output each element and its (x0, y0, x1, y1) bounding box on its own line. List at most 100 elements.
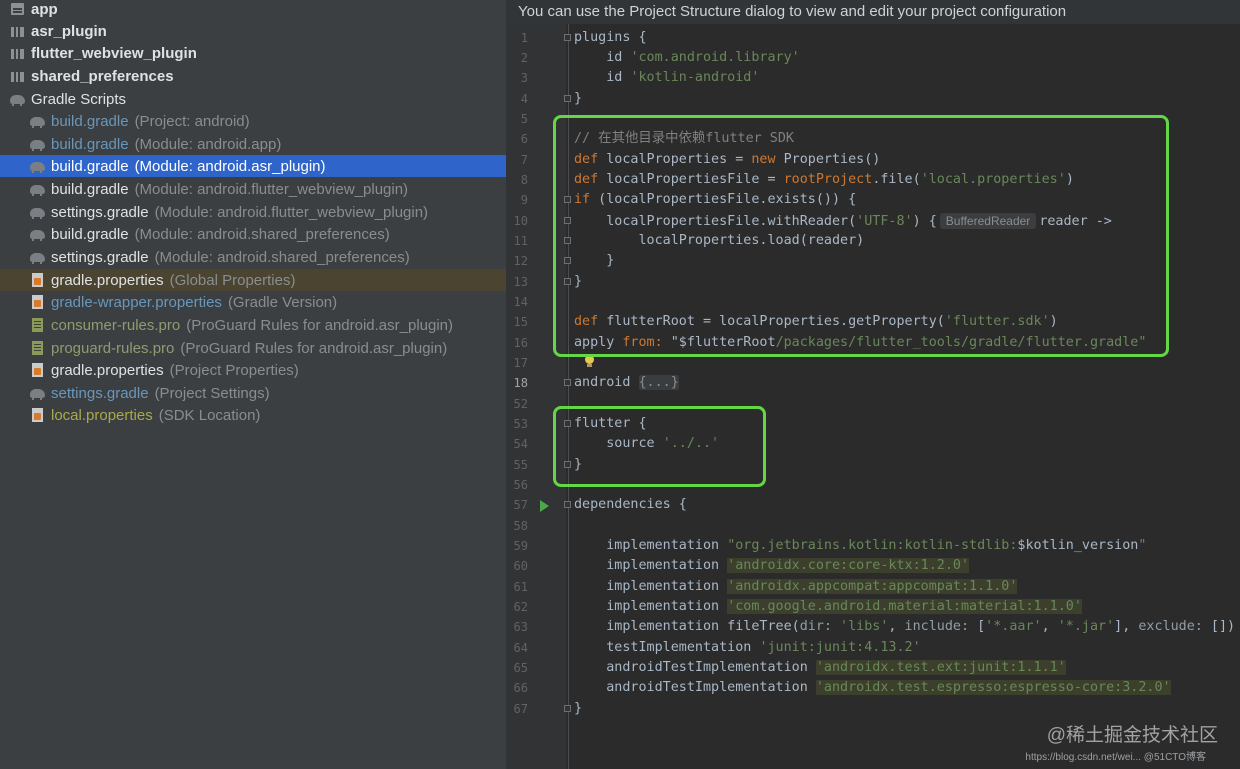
line-number: 66 (513, 681, 528, 695)
gradle-elephant-icon (30, 205, 46, 219)
gradle-elephant-icon (30, 182, 46, 196)
line-number: 3 (520, 71, 528, 85)
tree-item-shared-preferences[interactable]: shared_preferences (0, 65, 506, 87)
line-number: 53 (513, 417, 528, 431)
line-number: 61 (513, 580, 528, 594)
tree-item-asr-plugin[interactable]: asr_plugin (0, 20, 506, 42)
line-number: 65 (513, 661, 528, 675)
gradle-elephant-icon (30, 137, 46, 151)
watermark: @稀土掘金技术社区 (1046, 725, 1218, 746)
line-number: 11 (513, 234, 528, 248)
tree-item-gradle-properties-global[interactable]: gradle.properties (Global Properties) (0, 269, 506, 291)
line-number: 12 (513, 254, 528, 268)
line-number: 5 (520, 112, 528, 126)
fold-marker[interactable] (564, 379, 571, 386)
code-line[interactable]: implementation "org.jetbrains.kotlin:kot… (574, 536, 1146, 556)
line-number: 10 (513, 214, 528, 228)
tree-item-settings-gradle-shared-prefs[interactable]: settings.gradle (Module: android.shared_… (0, 246, 506, 268)
run-gutter-icon[interactable] (540, 500, 549, 512)
line-number: 7 (520, 153, 528, 167)
line-number: 1 (520, 31, 528, 45)
project-structure-banner[interactable]: You can use the Project Structure dialog… (506, 0, 1240, 24)
line-number: 55 (513, 458, 528, 472)
properties-file-icon (30, 273, 46, 287)
module-icon (10, 2, 26, 16)
proguard-file-icon (30, 341, 46, 355)
tree-item-proguard-rules[interactable]: proguard-rules.pro (ProGuard Rules for a… (0, 337, 506, 359)
proguard-file-icon (30, 318, 46, 332)
tree-item-consumer-rules[interactable]: consumer-rules.pro (ProGuard Rules for a… (0, 314, 506, 336)
code-line[interactable]: } (574, 89, 582, 109)
line-number: 67 (513, 702, 528, 716)
tree-item-settings-gradle-webview[interactable]: settings.gradle (Module: android.flutter… (0, 201, 506, 223)
line-number: 13 (513, 275, 528, 289)
fold-marker[interactable] (564, 34, 571, 41)
line-number: 63 (513, 620, 528, 634)
line-number: 14 (513, 295, 528, 309)
line-number: 16 (513, 336, 528, 350)
module-icon (10, 46, 26, 60)
module-icon (10, 69, 26, 83)
line-number: 57 (513, 498, 528, 512)
line-number: 59 (513, 539, 528, 553)
tree-item-build-gradle-webview[interactable]: build.gradle (Module: android.flutter_we… (0, 178, 506, 200)
line-number: 15 (513, 315, 528, 329)
code-line[interactable]: implementation 'androidx.core:core-ktx:1… (574, 556, 970, 576)
line-number: 17 (513, 356, 528, 370)
tree-item-app[interactable]: app (0, 0, 506, 20)
code-line[interactable]: plugins { (574, 28, 647, 48)
project-tree-panel: app asr_plugin flutter_webview_plugin sh… (0, 0, 506, 769)
code-line[interactable]: id 'com.android.library' (574, 48, 800, 68)
tree-item-flutter-webview-plugin[interactable]: flutter_webview_plugin (0, 42, 506, 64)
code-line[interactable]: implementation fileTree(dir: 'libs', inc… (574, 617, 1235, 637)
line-number: 4 (520, 92, 528, 106)
highlight-box-flutter-block (553, 406, 766, 487)
line-number-current: 18 (513, 376, 528, 390)
gradle-elephant-icon (30, 159, 46, 173)
code-line[interactable]: testImplementation 'junit:junit:4.13.2' (574, 638, 920, 658)
line-number: 60 (513, 559, 528, 573)
tree-item-gradle-wrapper-properties[interactable]: gradle-wrapper.properties (Gradle Versio… (0, 291, 506, 313)
gradle-elephant-icon (30, 386, 46, 400)
tree-item-gradle-scripts[interactable]: Gradle Scripts (0, 88, 506, 110)
tree-item-local-properties[interactable]: local.properties (SDK Location) (0, 404, 506, 426)
fold-marker[interactable] (564, 705, 571, 712)
fold-marker[interactable] (564, 501, 571, 508)
line-number: 64 (513, 641, 528, 655)
properties-file-icon (30, 363, 46, 377)
code-line[interactable]: androidTestImplementation 'androidx.test… (574, 658, 1066, 678)
highlight-box-flutter-sdk (553, 115, 1169, 357)
fold-marker[interactable] (564, 95, 571, 102)
line-number: 6 (520, 132, 528, 146)
properties-file-icon (30, 408, 46, 422)
line-number: 9 (520, 193, 528, 207)
tree-item-build-gradle-app[interactable]: build.gradle (Module: android.app) (0, 133, 506, 155)
code-line[interactable]: } (574, 699, 582, 719)
gradle-elephant-icon (30, 114, 46, 128)
line-number: 52 (513, 397, 528, 411)
tree-item-build-gradle-asr-plugin[interactable]: build.gradle (Module: android.asr_plugin… (0, 155, 506, 177)
tree-item-build-gradle-shared-prefs[interactable]: build.gradle (Module: android.shared_pre… (0, 223, 506, 245)
gradle-elephant-icon (30, 250, 46, 264)
folded-region[interactable]: {...} (638, 375, 679, 390)
line-number: 54 (513, 437, 528, 451)
line-number: 58 (513, 519, 528, 533)
line-number: 2 (520, 51, 528, 65)
line-number: 8 (520, 173, 528, 187)
gradle-elephant-icon (30, 227, 46, 241)
code-line[interactable]: implementation 'com.google.android.mater… (574, 597, 1082, 617)
properties-file-icon (30, 295, 46, 309)
code-line[interactable]: implementation 'androidx.appcompat:appco… (574, 577, 1018, 597)
tree-item-build-gradle-project[interactable]: build.gradle (Project: android) (0, 110, 506, 132)
module-icon (10, 24, 26, 38)
line-number: 62 (513, 600, 528, 614)
code-line[interactable]: id 'kotlin-android' (574, 68, 759, 88)
code-line[interactable]: dependencies { (574, 495, 687, 515)
code-line[interactable]: android {...} (574, 373, 679, 393)
tree-item-settings-gradle-project[interactable]: settings.gradle (Project Settings) (0, 382, 506, 404)
gradle-elephant-icon (10, 92, 26, 106)
code-line[interactable]: androidTestImplementation 'androidx.test… (574, 678, 1171, 698)
watermark-url: https://blog.csdn.net/wei... @51CTO博客 (1025, 752, 1206, 763)
tree-item-gradle-properties-project[interactable]: gradle.properties (Project Properties) (0, 359, 506, 381)
line-number: 56 (513, 478, 528, 492)
